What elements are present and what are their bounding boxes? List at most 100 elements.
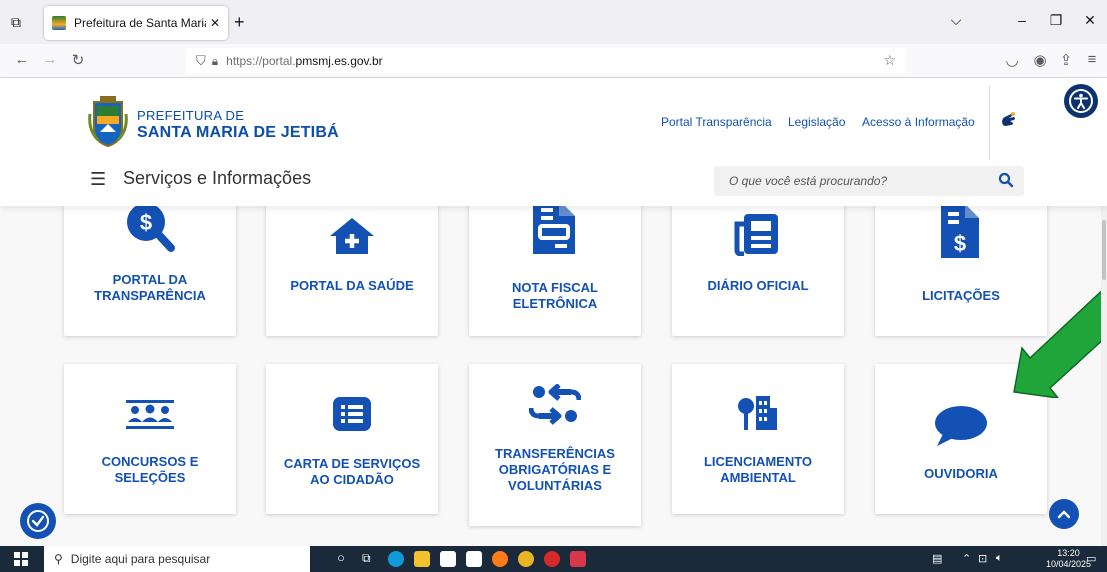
task-view-icon[interactable]: ⧉ <box>362 551 378 567</box>
chevron-up-icon[interactable]: ⌃ <box>962 552 971 565</box>
minimize-icon[interactable]: – <box>1010 12 1034 28</box>
file-explorer-icon[interactable] <box>414 551 430 567</box>
transfer-arrows-icon <box>529 384 581 425</box>
reload-icon[interactable]: ↻ <box>68 51 88 69</box>
lock-icon[interactable]: 🔒︎ <box>212 54 218 69</box>
service-card-concursos[interactable]: CONCURSOS E SELEÇÕES <box>64 364 236 514</box>
services-grid: $ PORTAL DA TRANSPARÊNCIA PORTAL DA SAÚDE… <box>0 206 1107 546</box>
people-icon <box>126 400 174 429</box>
taskbar-search-input[interactable]: ⚲ Digite aqui para pesquisar <box>44 546 310 572</box>
tracking-shield-icon[interactable]: ⛉ <box>196 53 206 69</box>
vivaldi-icon[interactable] <box>544 551 560 567</box>
dollar-document-icon: $ <box>941 206 979 258</box>
chevron-up-icon <box>1057 510 1071 519</box>
hamburger-menu-icon[interactable]: ≡ <box>1082 51 1102 68</box>
invoice-icon <box>533 206 575 254</box>
account-icon[interactable]: ◉ <box>1030 51 1050 69</box>
edge-icon[interactable] <box>388 551 404 567</box>
tab-close-icon[interactable]: ✕ <box>210 16 220 30</box>
service-label: PORTAL DA SAÚDE <box>290 278 414 293</box>
url-host: pmsmj.es.gov.br <box>295 54 383 68</box>
header-divider <box>989 86 990 160</box>
tab-list-icon[interactable]: ⧉ <box>4 10 28 34</box>
service-label: OUVIDORIA <box>924 466 998 481</box>
service-label: CARTA DE SERVIÇOS AO CIDADÃO <box>283 456 421 487</box>
browser-tab-bar: ⧉ Prefeitura de Santa Maria de Jet ✕ + ⌵… <box>0 0 1107 44</box>
menu-title[interactable]: Serviços e Informações <box>123 168 311 189</box>
search-placeholder: O que você está procurando? <box>729 174 888 188</box>
search-icon: ⚲ <box>54 552 63 566</box>
back-icon[interactable]: ← <box>12 51 32 68</box>
forward-icon[interactable]: → <box>40 51 60 68</box>
service-card-transparencia[interactable]: $ PORTAL DA TRANSPARÊNCIA <box>64 206 236 336</box>
service-label: LICENCIAMENTO AMBIENTAL <box>703 454 813 485</box>
link-acesso-informacao[interactable]: Acesso à Informação <box>862 115 975 129</box>
search-icon[interactable] <box>998 172 1014 188</box>
bookmark-star-icon[interactable]: ☆ <box>883 52 896 69</box>
restore-icon[interactable]: ❐ <box>1044 12 1068 29</box>
store-icon[interactable] <box>440 551 456 567</box>
city-crest-icon[interactable] <box>88 94 128 148</box>
site-favicon-icon <box>52 16 66 30</box>
service-label: NOTA FISCAL ELETRÔNICA <box>512 280 598 311</box>
vlibras-icon <box>27 510 49 532</box>
vlibras-button[interactable] <box>20 503 56 539</box>
volume-icon[interactable]: 🔈︎ <box>996 552 1003 565</box>
newspaper-icon <box>734 214 778 256</box>
service-card-saude[interactable]: PORTAL DA SAÚDE <box>266 206 438 336</box>
url-prefix: https://portal. <box>226 54 296 68</box>
search-input[interactable]: O que você está procurando? <box>714 166 1024 196</box>
site-header: PREFEITURA DE SANTA MARIA DE JETIBÁ Port… <box>0 78 1107 206</box>
clock-time: 13:20 <box>1057 548 1080 558</box>
link-legislacao[interactable]: Legislação <box>788 115 845 129</box>
svg-text:$: $ <box>954 231 966 256</box>
close-window-icon[interactable]: ✕ <box>1078 12 1102 29</box>
service-label: CONCURSOS E SELEÇÕES <box>101 454 199 485</box>
service-card-licenciamento[interactable]: LICENCIAMENTO AMBIENTAL <box>672 364 844 514</box>
windows-start-icon[interactable] <box>14 552 28 566</box>
pocket-icon[interactable]: ◡ <box>1002 51 1022 69</box>
network-icon[interactable]: ⊡ <box>978 552 987 565</box>
health-house-icon <box>330 218 374 254</box>
link-portal-transparencia[interactable]: Portal Transparência <box>661 115 772 129</box>
extensions-icon[interactable]: ⇪ <box>1056 51 1076 69</box>
scroll-thumb[interactable] <box>1102 220 1106 280</box>
notifications-icon[interactable]: ▭ <box>1086 552 1096 565</box>
back-to-top-button[interactable] <box>1049 499 1079 529</box>
accessibility-icon <box>1069 89 1093 113</box>
taskbar-search-placeholder: Digite aqui para pesquisar <box>70 552 211 566</box>
green-arrow-annotation <box>1013 284 1107 398</box>
service-label: TRANSFERÊNCIAS OBRIGATÓRIAS E VOLUNTÁRIAS <box>495 446 615 493</box>
service-label: DIÁRIO OFICIAL <box>707 278 809 293</box>
mail-icon[interactable] <box>466 551 482 567</box>
accessibility-button[interactable] <box>1064 84 1098 118</box>
service-card-carta-servicos[interactable]: CARTA DE SERVIÇOS AO CIDADÃO <box>266 364 438 514</box>
svg-text:$: $ <box>140 210 152 235</box>
hamburger-menu-icon[interactable]: ☰ <box>90 169 106 190</box>
brand-line-1[interactable]: PREFEITURA DE <box>137 108 244 123</box>
taskbar-clock[interactable]: 13:20 10/04/2025 <box>1046 548 1091 570</box>
address-bar[interactable]: ⛉ 🔒︎ https://portal. pmsmj.es.gov.br ☆ <box>186 48 906 74</box>
firefox-icon[interactable] <box>492 551 508 567</box>
browser-nav-bar: ← → ↻ ⛉ 🔒︎ https://portal. pmsmj.es.gov.b… <box>0 44 1107 78</box>
service-card-transferencias[interactable]: TRANSFERÊNCIAS OBRIGATÓRIAS E VOLUNTÁRIAS <box>469 364 641 526</box>
windows-taskbar: ⚲ Digite aqui para pesquisar ○ ⧉ ▤ ⌃ ⊡ 🔈… <box>0 546 1107 572</box>
dollar-search-icon: $ <box>127 206 175 252</box>
sign-language-icon[interactable] <box>999 111 1017 129</box>
chevron-down-icon[interactable]: ⌵ <box>944 12 968 29</box>
keyboard-icon[interactable]: ▤ <box>932 552 942 565</box>
list-icon <box>333 397 371 431</box>
service-label: PORTAL DA TRANSPARÊNCIA <box>94 272 206 303</box>
cortana-icon[interactable]: ○ <box>337 550 353 566</box>
speech-bubble-icon <box>935 406 987 446</box>
plus-icon[interactable]: + <box>234 12 245 33</box>
clock-date: 10/04/2025 <box>1046 559 1092 569</box>
service-card-diario-oficial[interactable]: DIÁRIO OFICIAL <box>672 206 844 336</box>
tree-building-icon <box>738 396 777 430</box>
service-card-nota-fiscal[interactable]: NOTA FISCAL ELETRÔNICA <box>469 206 641 336</box>
chrome-icon[interactable] <box>518 551 534 567</box>
tab-title: Prefeitura de Santa Maria de Jet <box>74 16 206 30</box>
app-icon[interactable] <box>570 551 586 567</box>
browser-tab[interactable]: Prefeitura de Santa Maria de Jet ✕ <box>44 6 228 40</box>
brand-line-2[interactable]: SANTA MARIA DE JETIBÁ <box>137 124 339 142</box>
